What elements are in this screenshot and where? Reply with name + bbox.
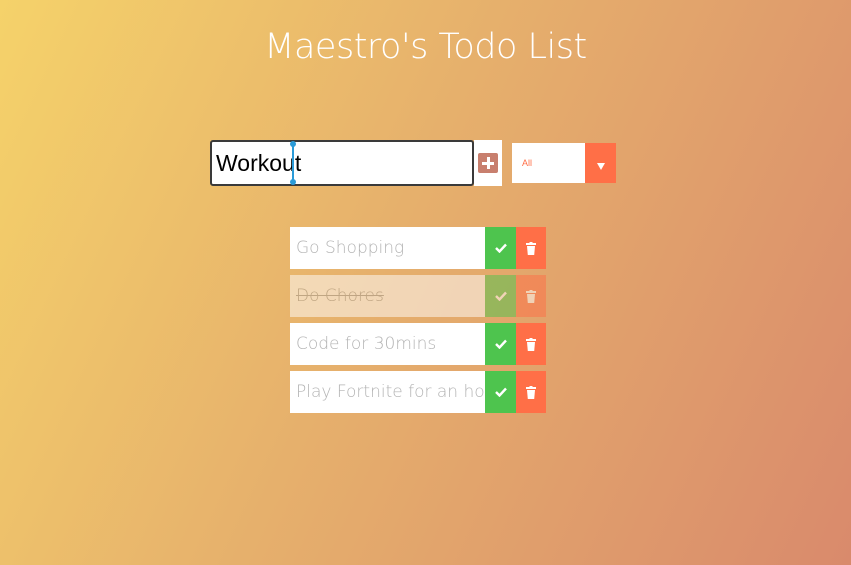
plus-square-icon: [478, 153, 498, 173]
todo-item: Do Chores: [290, 275, 546, 317]
delete-button[interactable]: [516, 371, 546, 413]
delete-button[interactable]: [516, 227, 546, 269]
todo-text: Play Fortnite for an hour: [290, 371, 485, 413]
filter-select[interactable]: All: [512, 143, 616, 183]
check-icon: [494, 387, 507, 397]
text-cursor-handle[interactable]: [290, 141, 296, 185]
trash-icon: [526, 289, 536, 303]
todo-text: Code for 30mins: [290, 323, 485, 365]
filter-selected-value[interactable]: All: [512, 143, 585, 183]
todo-text: Do Chores: [290, 275, 485, 317]
filter-dropdown-arrow[interactable]: [585, 143, 616, 183]
delete-button[interactable]: [516, 323, 546, 365]
delete-button[interactable]: [516, 275, 546, 317]
complete-button[interactable]: [485, 275, 516, 317]
caret-down-icon: [596, 162, 605, 170]
todo-input[interactable]: [210, 140, 474, 186]
check-icon: [494, 243, 507, 253]
complete-button[interactable]: [485, 323, 516, 365]
page-title: Maestro's Todo List: [264, 27, 587, 67]
todo-form: [210, 140, 502, 186]
trash-icon: [526, 241, 536, 255]
todo-text: Go Shopping: [290, 227, 485, 269]
todo-item: Code for 30mins: [290, 323, 546, 365]
todo-item: Play Fortnite for an hour: [290, 371, 546, 413]
trash-icon: [526, 337, 536, 351]
check-icon: [494, 291, 507, 301]
trash-icon: [526, 385, 536, 399]
todo-item: Go Shopping: [290, 227, 546, 269]
todo-input-wrapper: [210, 140, 474, 186]
add-todo-button[interactable]: [474, 140, 502, 186]
complete-button[interactable]: [485, 371, 516, 413]
complete-button[interactable]: [485, 227, 516, 269]
check-icon: [494, 339, 507, 349]
todo-list: Go Shopping Do Chores Code for 30mins Pl…: [290, 227, 546, 419]
